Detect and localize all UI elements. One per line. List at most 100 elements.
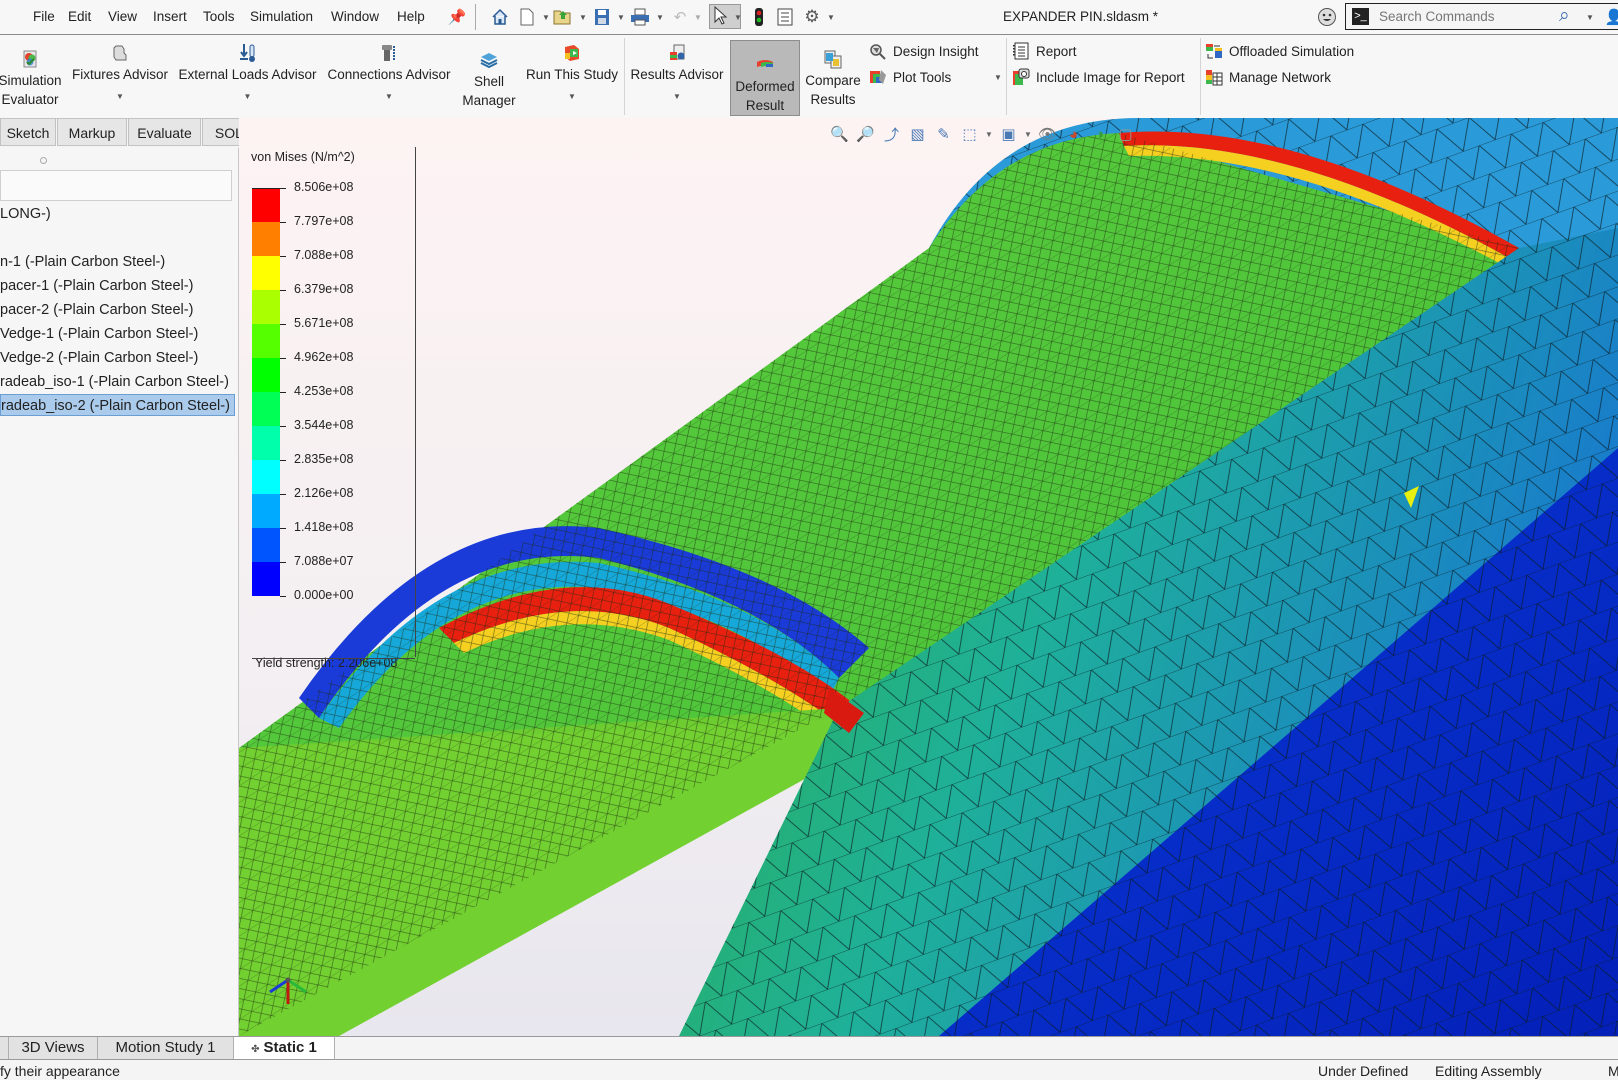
graphics-viewport[interactable]: 🔍 🔎 ⤴ ▧ ✎ ⬚ ▼ ▣ ▼ 👁 ◕ ◑ ▢ von Mises (N/m… (239, 118, 1618, 1036)
connections-advisor-dropdown[interactable]: ▼ (325, 87, 453, 106)
options-gear-icon[interactable]: ⚙ (802, 7, 822, 27)
status-units[interactable]: M (1608, 1063, 1618, 1079)
menu-insert[interactable]: Insert (153, 9, 187, 24)
view-settings-icon[interactable]: ▢ (1115, 124, 1136, 145)
manage-network-button[interactable]: Manage Network (1205, 68, 1331, 86)
hide-show-items-icon[interactable]: 👁 (1037, 124, 1058, 145)
undo-dropdown-caret[interactable]: ▼ (694, 13, 702, 22)
apply-scene-icon[interactable]: ◑ (1089, 124, 1110, 145)
status-hint: fy their appearance (0, 1063, 120, 1079)
user-account-icon[interactable]: 👤 (1604, 7, 1618, 27)
open-icon[interactable] (553, 7, 573, 27)
zoom-to-fit-icon[interactable]: 🔍 (829, 124, 850, 145)
compare-results-button[interactable]: Compare Results (801, 49, 865, 109)
menu-help[interactable]: Help (397, 9, 425, 24)
run-this-study-button[interactable]: Run This Study ▼ (522, 43, 622, 106)
stress-plot-model[interactable] (239, 118, 1618, 1036)
undo-icon[interactable]: ↶ (670, 7, 690, 27)
search-dropdown-caret[interactable]: ▼ (1586, 13, 1594, 22)
heads-up-view-toolbar: 🔍 🔎 ⤴ ▧ ✎ ⬚ ▼ ▣ ▼ 👁 ◕ ◑ ▢ (829, 122, 1136, 146)
fixtures-advisor-dropdown[interactable]: ▼ (70, 87, 170, 106)
tree-item[interactable]: Vedge-2 (-Plain Carbon Steel-) (0, 347, 198, 369)
traffic-light-icon[interactable] (749, 7, 769, 27)
menu-view[interactable]: View (108, 9, 137, 24)
shell-manager-label-1: Shell (473, 74, 505, 89)
bottom-tabs-bar: 3D Views Motion Study 1 ✤ Static 1 (0, 1036, 1618, 1060)
pin-icon[interactable]: 📌 (447, 7, 467, 27)
dynamic-annotation-icon[interactable]: ✎ (933, 124, 954, 145)
smiley-feedback-icon[interactable] (1317, 7, 1337, 27)
display-style-icon[interactable]: ▣ (998, 124, 1019, 145)
tab-3d-views[interactable]: 3D Views (9, 1037, 98, 1059)
external-loads-advisor-button[interactable]: External Loads Advisor ▼ (176, 43, 319, 106)
select-button[interactable]: ▼ (709, 4, 742, 29)
tree-item[interactable]: Vedge-1 (-Plain Carbon Steel-) (0, 323, 198, 345)
menu-file[interactable]: File (33, 9, 55, 24)
run-this-study-dropdown[interactable]: ▼ (522, 87, 622, 106)
save-icon[interactable] (592, 7, 612, 27)
zoom-to-area-icon[interactable]: 🔎 (855, 124, 876, 145)
connections-advisor-button[interactable]: Connections Advisor ▼ (325, 43, 453, 106)
new-dropdown-caret[interactable]: ▼ (542, 13, 550, 22)
previous-view-icon[interactable]: ⤴ (881, 124, 902, 145)
connections-advisor-label: Connections Advisor (327, 67, 451, 82)
legend-tick (280, 324, 286, 325)
view-orientation-icon[interactable]: ⬚ (959, 124, 980, 145)
display-style-dropdown[interactable]: ▼ (1024, 124, 1032, 145)
legend-swatch (252, 426, 280, 460)
design-insight-button[interactable]: Design Insight (869, 42, 979, 60)
search-icon[interactable]: ⌕ (1559, 5, 1570, 27)
plot-tools-dropdown[interactable]: ▼ (994, 73, 1002, 82)
tab-markup[interactable]: Markup (57, 118, 127, 146)
simulation-evaluator-label-1: Simulation (0, 73, 62, 88)
tree-item[interactable]: pacer-2 (-Plain Carbon Steel-) (0, 299, 193, 321)
tree-item-selected[interactable]: radeab_iso-2 (-Plain Carbon Steel-) (0, 394, 235, 416)
plot-tools-button[interactable]: Plot Tools (869, 68, 951, 86)
view-orientation-dropdown[interactable]: ▼ (985, 124, 993, 145)
legend-top-line (252, 188, 286, 189)
search-commands-input[interactable]: >_ Search Commands ⌕ ▼ (1345, 3, 1618, 30)
tab-motion-study-1[interactable]: Motion Study 1 (98, 1037, 234, 1059)
simulation-evaluator-button[interactable]: Simulation Evaluator (0, 49, 62, 109)
print-dropdown-caret[interactable]: ▼ (656, 13, 664, 22)
tab-scroll-left[interactable] (0, 1037, 9, 1059)
stress-legend[interactable]: von Mises (N/m^2) 8.506e+08 7.797e+08 7.08… (239, 148, 415, 670)
new-document-icon[interactable] (517, 7, 537, 27)
tree-filter-input[interactable] (0, 170, 232, 201)
home-icon[interactable] (490, 7, 510, 27)
results-advisor-dropdown[interactable]: ▼ (628, 87, 726, 106)
tab-static-1-label: Static 1 (263, 1039, 317, 1056)
shell-manager-button[interactable]: Shell Manager (458, 50, 520, 110)
offloaded-simulation-button[interactable]: Offloaded Simulation (1205, 42, 1354, 60)
file-properties-icon[interactable] (775, 7, 795, 27)
select-dropdown-caret[interactable]: ▼ (734, 13, 742, 22)
edit-appearance-icon[interactable]: ◕ (1063, 124, 1084, 145)
legend-label: 0.000e+00 (294, 588, 354, 602)
tree-item[interactable]: n-1 (-Plain Carbon Steel-) (0, 251, 165, 273)
fixtures-advisor-button[interactable]: Fixtures Advisor ▼ (70, 43, 170, 106)
results-advisor-button[interactable]: Results Advisor ▼ (628, 43, 726, 106)
panel-resize-handle[interactable] (40, 157, 47, 164)
print-icon[interactable] (630, 7, 650, 27)
tree-item[interactable]: radeab_iso-1 (-Plain Carbon Steel-) (0, 371, 229, 393)
legend-tick (280, 460, 286, 461)
tab-evaluate[interactable]: Evaluate (128, 118, 201, 146)
open-dropdown-caret[interactable]: ▼ (579, 13, 587, 22)
menu-window[interactable]: Window (331, 9, 379, 24)
external-loads-advisor-dropdown[interactable]: ▼ (176, 87, 319, 106)
menu-tools[interactable]: Tools (203, 9, 235, 24)
plot-tools-icon (870, 70, 886, 84)
tree-item[interactable]: LONG-) (0, 203, 51, 225)
tab-sketch[interactable]: Sketch (0, 118, 56, 146)
tree-item[interactable]: pacer-1 (-Plain Carbon Steel-) (0, 275, 193, 297)
menu-simulation[interactable]: Simulation (250, 9, 313, 24)
section-view-icon[interactable]: ▧ (907, 124, 928, 145)
menu-edit[interactable]: Edit (68, 9, 91, 24)
save-dropdown-caret[interactable]: ▼ (617, 13, 625, 22)
deformed-result-button[interactable]: Deformed Result (730, 40, 800, 116)
tab-static-1[interactable]: ✤ Static 1 (234, 1037, 335, 1059)
status-mode: Editing Assembly (1435, 1063, 1542, 1079)
report-button[interactable]: Report (1012, 42, 1077, 60)
include-image-for-report-button[interactable]: Include Image for Report (1012, 68, 1185, 86)
options-dropdown-caret[interactable]: ▼ (827, 13, 835, 22)
